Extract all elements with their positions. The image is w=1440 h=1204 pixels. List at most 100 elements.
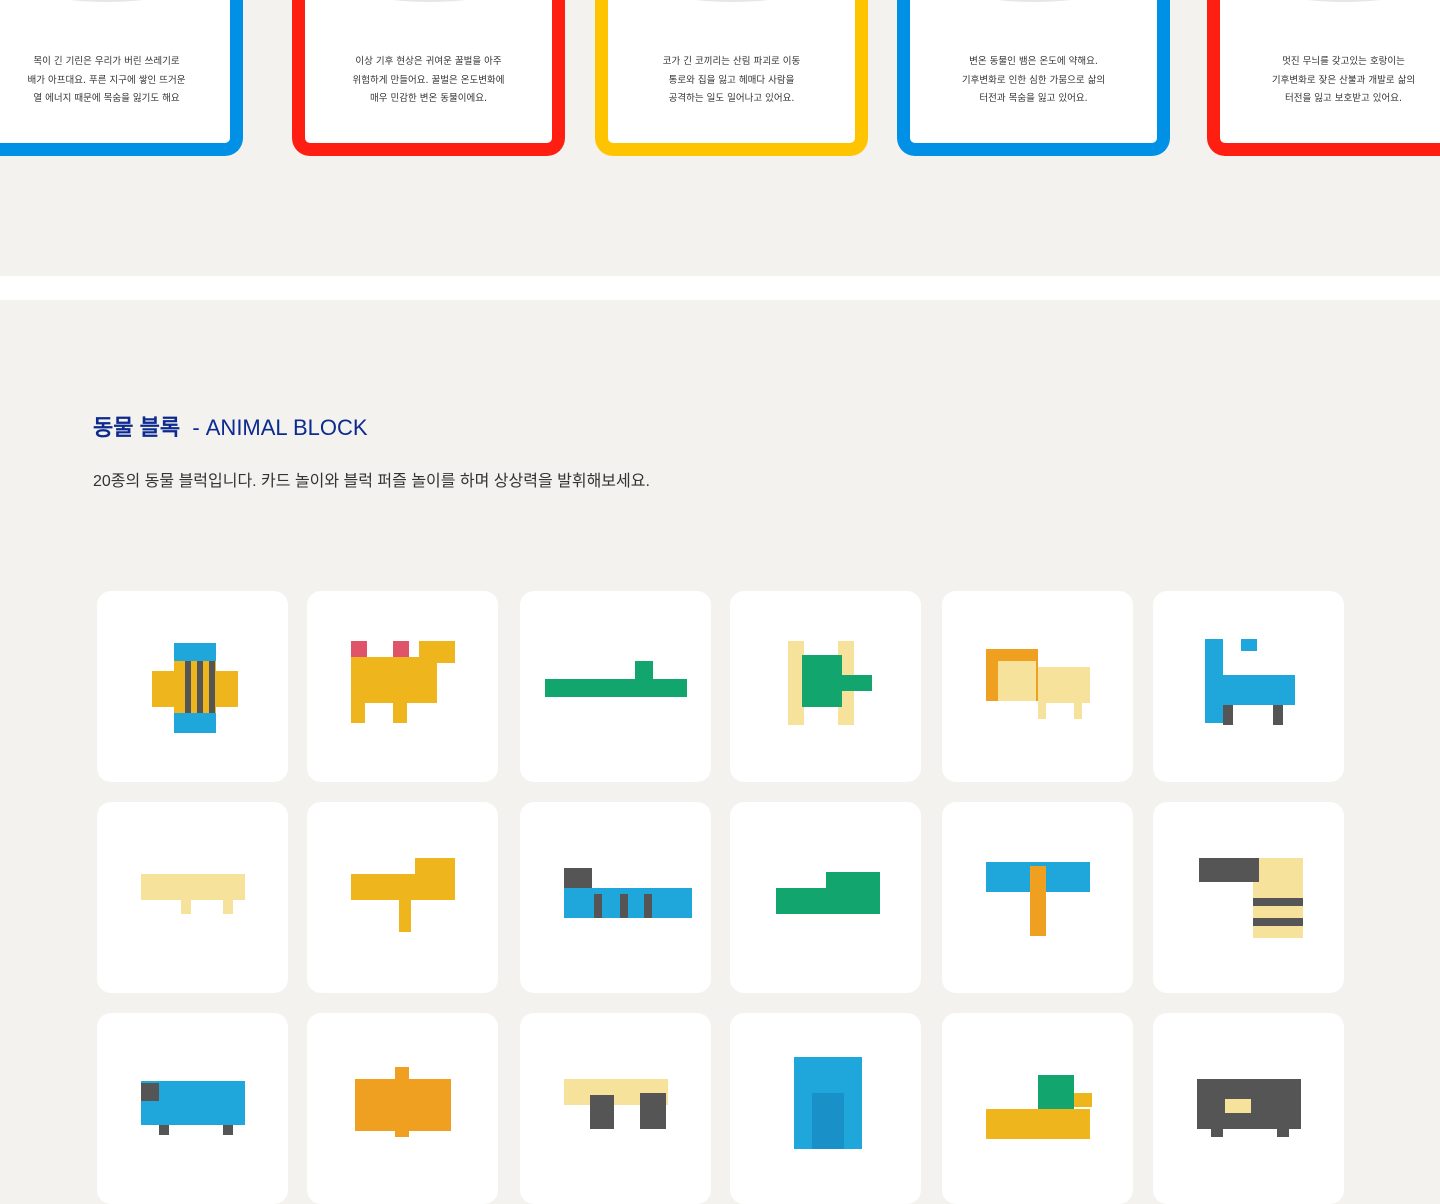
block-shape bbox=[185, 661, 191, 713]
giraffe-icon bbox=[1153, 591, 1344, 782]
animal-block-card[interactable] bbox=[942, 1013, 1133, 1204]
block-shape bbox=[816, 1057, 840, 1079]
section-description: 20종의 동물 블럭입니다. 카드 놀이와 블럭 퍼즐 놀이를 하며 상상력을 … bbox=[93, 473, 650, 490]
block-shape bbox=[998, 661, 1036, 701]
block-shape bbox=[415, 858, 455, 876]
animal-block-card[interactable] bbox=[942, 802, 1133, 993]
section-title: 동물 블록 - ANIMAL BLOCK bbox=[93, 410, 368, 442]
animal-block-card[interactable] bbox=[1153, 802, 1344, 993]
bee-icon bbox=[97, 591, 288, 782]
block-shape bbox=[986, 1109, 1090, 1139]
block-shape bbox=[1223, 705, 1233, 725]
block-shape bbox=[351, 657, 437, 703]
section-divider bbox=[0, 276, 1440, 300]
card-illustration bbox=[1248, 0, 1439, 2]
block-shape bbox=[545, 679, 687, 697]
animal-card[interactable]: 이상 기후 현상은 귀여운 꿀벌을 아주 위험하게 만들어요. 꿀벌은 온도변화… bbox=[292, 0, 565, 156]
card-text: 이상 기후 현상은 귀여운 꿀벌을 아주 위험하게 만들어요. 꿀벌은 온도변화… bbox=[352, 56, 505, 104]
block-shape bbox=[826, 872, 880, 892]
animal-card[interactable]: 목이 긴 기린은 우리가 버린 쓰레기로 배가 아프대요. 푸른 지구에 쌓인 … bbox=[0, 0, 243, 156]
block-shape bbox=[141, 874, 245, 900]
block-shape bbox=[620, 894, 628, 918]
animal-block-card[interactable] bbox=[730, 1013, 921, 1204]
block-shape bbox=[1223, 675, 1295, 705]
polar-bear-icon bbox=[97, 802, 288, 993]
animal-block-card[interactable] bbox=[1153, 591, 1344, 782]
block-shape bbox=[1225, 1099, 1251, 1113]
block-shape bbox=[1273, 705, 1283, 725]
card-text: 변온 동물인 뱀은 온도에 약해요. 기후변화로 인한 심한 가뭄으로 삶의 터… bbox=[961, 56, 1106, 104]
block-shape bbox=[1074, 701, 1082, 719]
turtle-icon bbox=[730, 591, 921, 782]
block-shape bbox=[842, 675, 872, 691]
block-shape bbox=[393, 641, 409, 657]
block-shape bbox=[640, 1093, 666, 1129]
block-shape bbox=[351, 874, 455, 900]
title-en: - ANIMAL BLOCK bbox=[192, 415, 368, 440]
block-shape bbox=[1038, 667, 1090, 703]
block-shape bbox=[564, 1079, 578, 1095]
block-shape bbox=[1241, 639, 1257, 651]
animal-block-card[interactable] bbox=[307, 802, 498, 993]
block-shape bbox=[141, 1083, 159, 1101]
gorilla-icon bbox=[730, 1013, 921, 1204]
panda-icon bbox=[520, 1013, 711, 1204]
block-shape bbox=[1074, 1093, 1092, 1107]
snake-icon bbox=[520, 802, 711, 993]
rhino-icon bbox=[97, 1013, 288, 1204]
block-shape bbox=[181, 900, 191, 914]
block-shape bbox=[590, 1095, 614, 1129]
card-text: 코가 긴 코끼리는 산림 파괴로 이동 통로와 집을 잃고 헤매다 사람을 공격… bbox=[662, 56, 801, 104]
block-shape bbox=[802, 655, 842, 707]
block-shape bbox=[419, 641, 455, 663]
block-shape bbox=[1253, 918, 1303, 926]
block-shape bbox=[395, 1067, 409, 1137]
block-shape bbox=[209, 661, 215, 713]
top-card-strip: 목이 긴 기린은 우리가 버린 쓰레기로 배가 아프대요. 푸른 지구에 쌓인 … bbox=[0, 0, 1440, 276]
card-illustration bbox=[938, 0, 1129, 2]
animal-block-card[interactable] bbox=[520, 802, 711, 993]
block-shape bbox=[1205, 639, 1223, 723]
block-shape bbox=[399, 900, 411, 932]
animal-block-card[interactable] bbox=[520, 1013, 711, 1204]
card-text: 목이 긴 기린은 우리가 버린 쓰레기로 배가 아프대요. 푸른 지구에 쌓인 … bbox=[27, 56, 186, 104]
camel-icon bbox=[307, 591, 498, 782]
animal-block-card[interactable] bbox=[97, 1013, 288, 1204]
butterfly-icon bbox=[307, 1013, 498, 1204]
animal-block-card[interactable] bbox=[520, 591, 711, 782]
block-shape bbox=[1253, 898, 1303, 906]
animal-block-card[interactable] bbox=[1153, 1013, 1344, 1204]
animal-card[interactable]: 변온 동물인 뱀은 온도에 약해요. 기후변화로 인한 심한 가뭄으로 삶의 터… bbox=[897, 0, 1170, 156]
animal-block-card[interactable] bbox=[942, 591, 1133, 782]
card-illustration bbox=[11, 0, 202, 2]
bear-icon bbox=[1153, 1013, 1344, 1204]
animal-block-card[interactable] bbox=[97, 802, 288, 993]
block-shape bbox=[351, 641, 367, 657]
block-shape bbox=[635, 661, 653, 681]
animal-block-card[interactable] bbox=[307, 591, 498, 782]
block-shape bbox=[1030, 866, 1046, 936]
card-illustration bbox=[636, 0, 827, 2]
animal-card[interactable]: 코가 긴 코끼리는 산림 파괴로 이동 통로와 집을 잃고 헤매다 사람을 공격… bbox=[595, 0, 868, 156]
block-shape bbox=[1038, 1075, 1074, 1109]
card-text: 멋진 무늬를 갖고있는 호랑이는 기후변화로 잦은 산불과 개발로 삶의 터전을… bbox=[1271, 56, 1416, 104]
animal-card[interactable]: 멋진 무늬를 갖고있는 호랑이는 기후변화로 잦은 산불과 개발로 삶의 터전을… bbox=[1207, 0, 1440, 156]
animal-block-card[interactable] bbox=[730, 591, 921, 782]
lion-icon bbox=[942, 591, 1133, 782]
block-shape bbox=[1277, 1125, 1289, 1137]
tiger-icon bbox=[307, 802, 498, 993]
block-shape bbox=[1199, 858, 1259, 882]
block-shape bbox=[223, 1125, 233, 1135]
card-illustration bbox=[333, 0, 524, 2]
animal-block-card[interactable] bbox=[307, 1013, 498, 1204]
block-shape bbox=[159, 1125, 169, 1135]
block-shape bbox=[812, 1093, 844, 1149]
block-shape bbox=[1211, 1125, 1223, 1137]
animal-block-card[interactable] bbox=[730, 802, 921, 993]
duck-icon bbox=[942, 1013, 1133, 1204]
animal-block-card[interactable] bbox=[97, 591, 288, 782]
block-shape bbox=[594, 894, 602, 918]
crocodile-icon bbox=[520, 591, 711, 782]
title-ko: 동물 블록 bbox=[93, 415, 181, 440]
block-shape bbox=[223, 900, 233, 914]
